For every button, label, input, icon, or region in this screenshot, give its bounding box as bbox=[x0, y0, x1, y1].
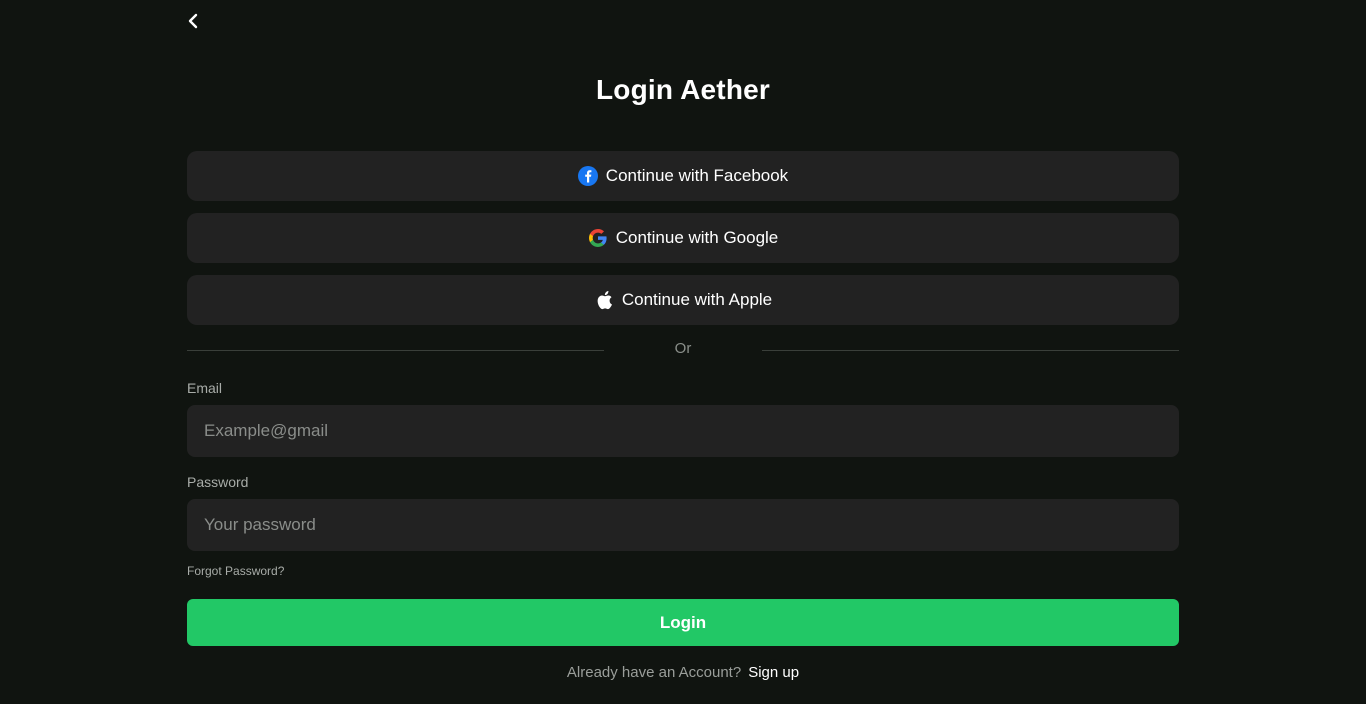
facebook-button-label: Continue with Facebook bbox=[605, 166, 789, 185]
facebook-icon bbox=[577, 166, 598, 186]
divider-line bbox=[762, 350, 1179, 351]
continue-with-facebook-button[interactable]: Continue with Facebook bbox=[187, 151, 1179, 201]
or-divider: Or bbox=[187, 338, 1179, 362]
apple-button-label: Continue with Apple bbox=[621, 290, 773, 309]
divider-label: Or bbox=[674, 340, 692, 357]
google-button-label: Continue with Google bbox=[615, 228, 779, 247]
email-field[interactable] bbox=[187, 405, 1179, 457]
signup-prompt-text: Already have an Account? bbox=[566, 664, 742, 681]
signup-prompt: Already have an Account? Sign up bbox=[0, 664, 1366, 681]
password-label: Password bbox=[187, 474, 249, 490]
sign-up-link[interactable]: Sign up bbox=[748, 664, 799, 681]
login-form: Continue with Facebook Continue with Goo… bbox=[187, 0, 1179, 704]
google-icon bbox=[588, 228, 608, 248]
login-page: Login Aether Continue with Facebook Cont… bbox=[0, 0, 1366, 704]
forgot-password-link[interactable]: Forgot Password? bbox=[187, 564, 284, 578]
password-field[interactable] bbox=[187, 499, 1179, 551]
login-button[interactable]: Login bbox=[187, 599, 1179, 646]
continue-with-apple-button[interactable]: Continue with Apple bbox=[187, 275, 1179, 325]
continue-with-google-button[interactable]: Continue with Google bbox=[187, 213, 1179, 263]
email-label: Email bbox=[187, 380, 223, 396]
apple-icon bbox=[594, 290, 614, 310]
